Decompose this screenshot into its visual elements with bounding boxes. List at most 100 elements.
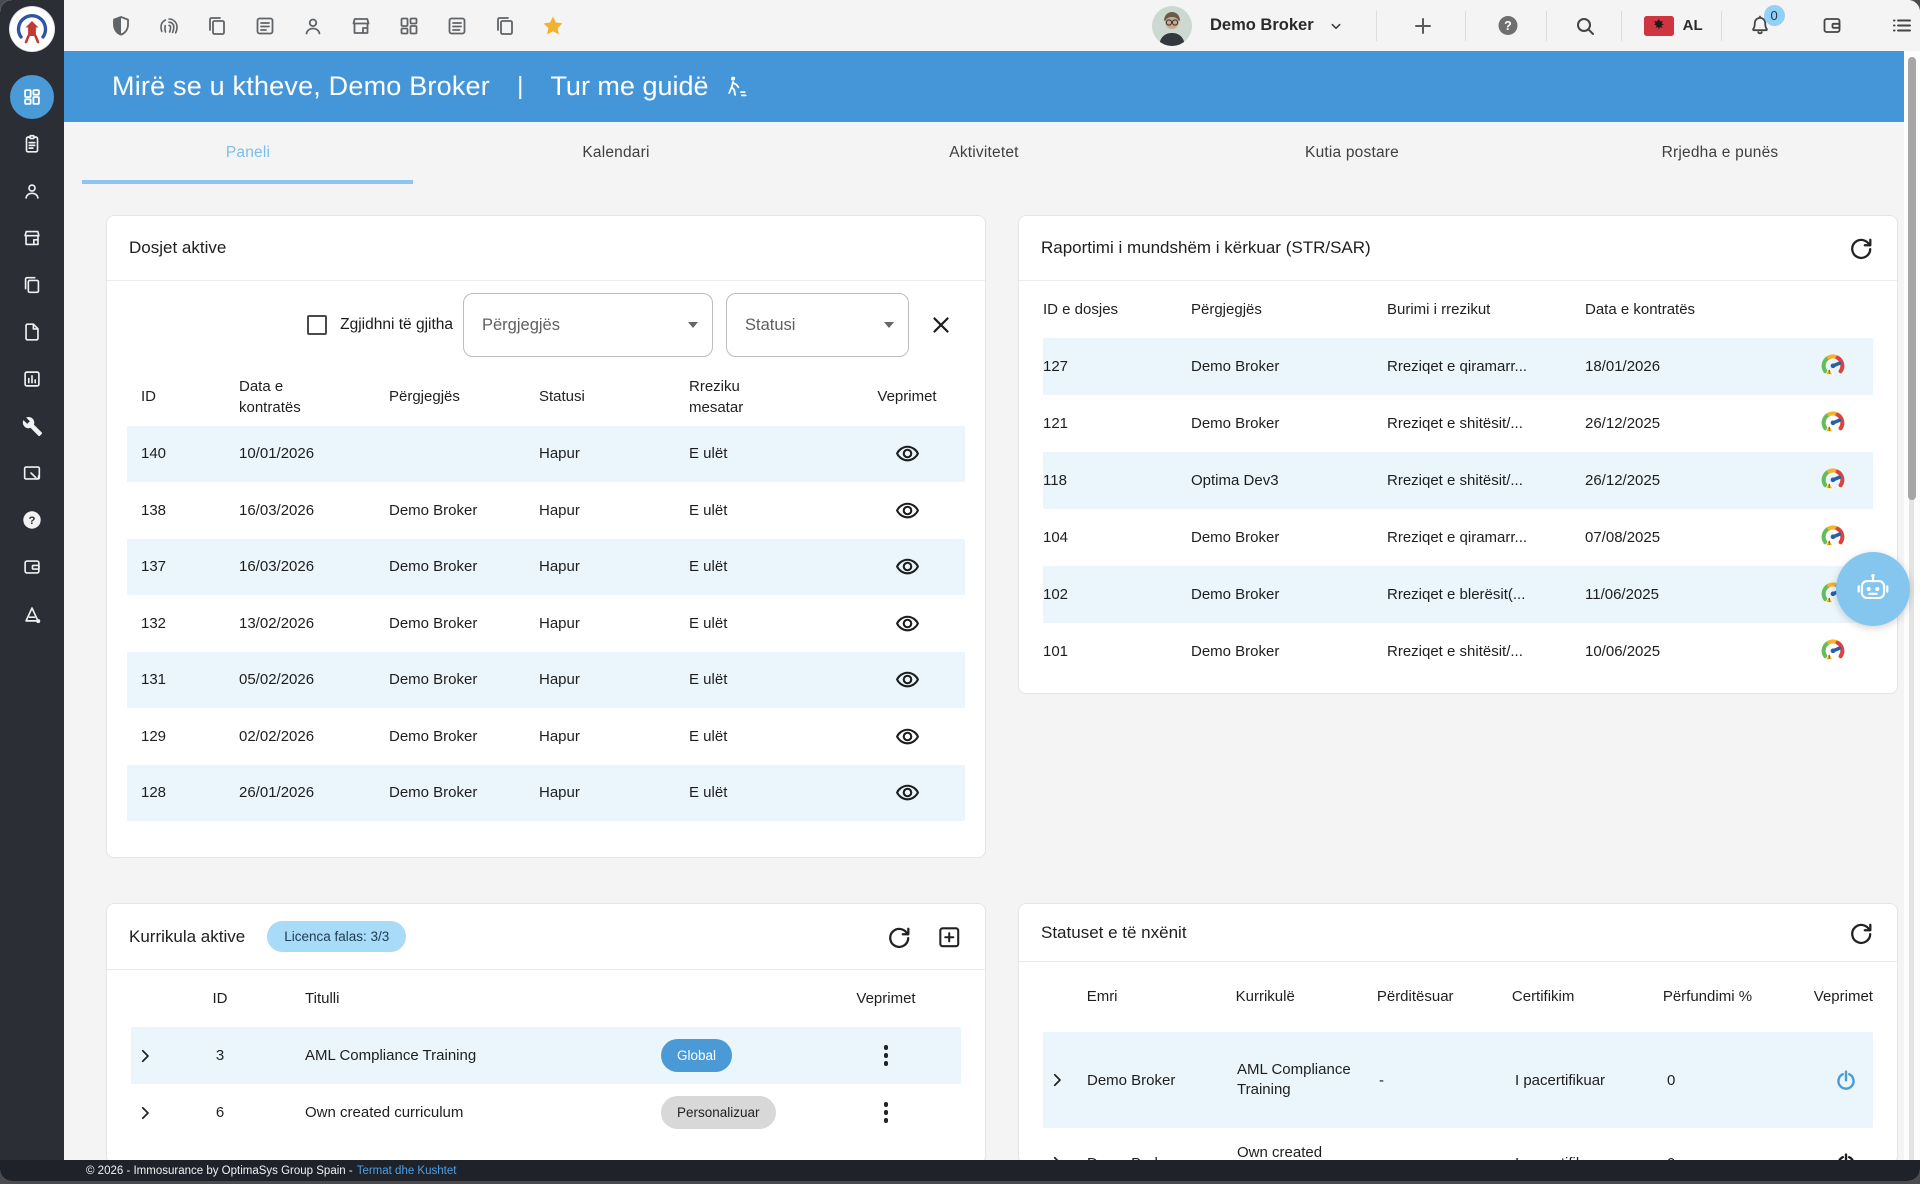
add-box-icon[interactable] [935, 923, 963, 951]
responsible-select[interactable]: Përgjegjës [463, 293, 713, 357]
expand-row-icon[interactable] [1043, 1066, 1071, 1094]
table-header: ID Data e kontratës Përgjegjës Statusi R… [127, 369, 965, 426]
sidebar-item-architecture[interactable] [10, 592, 54, 636]
sidebar-item-reports[interactable] [10, 357, 54, 401]
view-icon[interactable] [893, 496, 921, 524]
sidebar-item-tools[interactable] [10, 404, 54, 448]
help-icon[interactable]: ? [1496, 14, 1520, 38]
power-icon[interactable] [1832, 1066, 1860, 1094]
tab-paneli[interactable]: Paneli [64, 122, 432, 184]
refresh-icon[interactable] [1847, 919, 1875, 947]
status-select[interactable]: Statusi [726, 293, 909, 357]
expand-row-icon[interactable] [131, 1042, 159, 1070]
table-row[interactable]: Demo Broker AML Compliance Training - I … [1043, 1032, 1873, 1128]
risk-gauge-icon[interactable] [1819, 467, 1847, 495]
user-name[interactable]: Demo Broker [1210, 16, 1314, 35]
scrollbar [1904, 51, 1920, 1162]
fingerprint-icon[interactable] [157, 14, 181, 38]
view-icon[interactable] [893, 609, 921, 637]
clear-filters-icon[interactable] [927, 311, 955, 339]
refresh-icon[interactable] [885, 923, 913, 951]
active-curricula-card: Kurrikula aktive Licenca falas: 3/3 ID T… [106, 903, 986, 1164]
person-icon[interactable] [301, 14, 325, 38]
table-row[interactable]: 3 AML Compliance Training Global [131, 1027, 961, 1084]
table-row[interactable]: Demo Broker Own created curriculum - I p… [1043, 1128, 1873, 1164]
tab-aktivitetet[interactable]: Aktivitetet [800, 122, 1168, 184]
article-icon[interactable] [253, 14, 277, 38]
scrollbar-thumb[interactable] [1908, 57, 1916, 500]
tab-kutia-postare[interactable]: Kutia postare [1168, 122, 1536, 184]
select-all-checkbox[interactable] [307, 315, 327, 335]
table-row[interactable]: 118Optima Dev3Rreziqet e shitësit/...26/… [1043, 452, 1873, 509]
str-sar-table: ID e dosjes Përgjegjës Burimi i rrezikut… [1019, 281, 1897, 680]
view-icon[interactable] [893, 553, 921, 581]
guided-tour-link[interactable]: Tur me guidë [550, 71, 746, 102]
view-icon[interactable] [893, 666, 921, 694]
refresh-icon[interactable] [1847, 234, 1875, 262]
person-icon [21, 180, 43, 202]
tab-rrjedha-e-punes[interactable]: Rrjedha e punës [1536, 122, 1904, 184]
table-row[interactable]: 101Demo BrokerRreziqet e shitësit/...10/… [1043, 623, 1873, 680]
table-header: ID Titulli Veprimet [131, 970, 961, 1027]
storefront-icon[interactable] [349, 14, 373, 38]
immosurance-logo-icon [12, 9, 52, 49]
risk-gauge-icon[interactable] [1819, 353, 1847, 381]
topbar: Demo Broker ? AL 0 [64, 0, 1920, 51]
app-logo[interactable] [10, 7, 54, 51]
search-icon[interactable] [1573, 14, 1597, 38]
clipboard-icon [21, 133, 43, 155]
sidebar-item-dashboard[interactable] [10, 75, 54, 119]
table-row[interactable]: 13716/03/2026Demo BrokerHapurE ulët [127, 539, 965, 596]
learning-statuses-table: Emri Kurrikulë Përditësuar Certifikim Pë… [1019, 962, 1897, 1164]
star-icon[interactable] [541, 14, 565, 38]
tab-kalendari[interactable]: Kalendari [432, 122, 800, 184]
risk-gauge-icon[interactable] [1819, 410, 1847, 438]
view-icon[interactable] [893, 440, 921, 468]
topbar-shortcuts [109, 0, 565, 51]
table-header: ID e dosjes Përgjegjës Burimi i rrezikut… [1043, 281, 1873, 338]
table-row[interactable]: 12902/02/2026Demo BrokerHapurE ulët [127, 708, 965, 765]
chatbot-button[interactable] [1836, 552, 1910, 626]
sidebar-item-documents[interactable] [10, 310, 54, 354]
albania-flag-icon[interactable] [1644, 16, 1674, 36]
chevron-down-icon [884, 322, 894, 328]
view-icon[interactable] [893, 779, 921, 807]
table-row[interactable]: 12826/01/2026Demo BrokerHapurE ulët [127, 765, 965, 822]
menu-list-icon[interactable] [1890, 14, 1914, 38]
table-row[interactable]: 14010/01/2026HapurE ulët [127, 426, 965, 483]
table-row[interactable]: 104Demo BrokerRreziqet e qiramarr...07/0… [1043, 509, 1873, 566]
sidebar-item-clients[interactable] [10, 169, 54, 213]
risk-gauge-icon[interactable] [1819, 524, 1847, 552]
expand-row-icon[interactable] [131, 1099, 159, 1127]
copy-icon[interactable] [205, 14, 229, 38]
dashboard-icon[interactable] [397, 14, 421, 38]
language-label[interactable]: AL [1683, 17, 1703, 34]
table-row[interactable]: 6 Own created curriculum Personalizuar [131, 1084, 961, 1141]
copy-icon [21, 274, 43, 296]
sidebar-item-help[interactable]: ? [10, 498, 54, 542]
chevron-down-icon[interactable] [1324, 14, 1348, 38]
add-icon[interactable] [1411, 14, 1435, 38]
sidebar-item-wallet[interactable] [10, 545, 54, 589]
view-icon[interactable] [893, 722, 921, 750]
shield-icon[interactable] [109, 14, 133, 38]
active-files-card: Dosjet aktive Zgjidhni të gjitha Përgjeg… [106, 215, 986, 858]
risk-gauge-icon[interactable] [1819, 638, 1847, 666]
terms-link[interactable]: Termat dhe Kushtet [357, 1165, 457, 1177]
table-row[interactable]: 102Demo BrokerRreziqet e blerësit(...11/… [1043, 566, 1873, 623]
avatar[interactable] [1152, 6, 1192, 46]
sidebar-item-screen[interactable] [10, 451, 54, 495]
sidebar-item-agency[interactable] [10, 216, 54, 260]
sidebar-item-assignments[interactable] [10, 122, 54, 166]
sidebar-item-files[interactable] [10, 263, 54, 307]
table-row[interactable]: 13213/02/2026Demo BrokerHapurE ulët [127, 595, 965, 652]
wallet-icon[interactable] [1820, 14, 1844, 38]
duplicate-icon[interactable] [493, 14, 517, 38]
table-row[interactable]: 127Demo BrokerRreziqet e qiramarr...18/0… [1043, 338, 1873, 395]
table-row[interactable]: 121Demo BrokerRreziqet e shitësit/...26/… [1043, 395, 1873, 452]
news-icon[interactable] [445, 14, 469, 38]
more-options-icon[interactable] [872, 1042, 900, 1070]
table-row[interactable]: 13816/03/2026Demo BrokerHapurE ulët [127, 482, 965, 539]
table-row[interactable]: 13105/02/2026Demo BrokerHapurE ulët [127, 652, 965, 709]
more-options-icon[interactable] [872, 1099, 900, 1127]
